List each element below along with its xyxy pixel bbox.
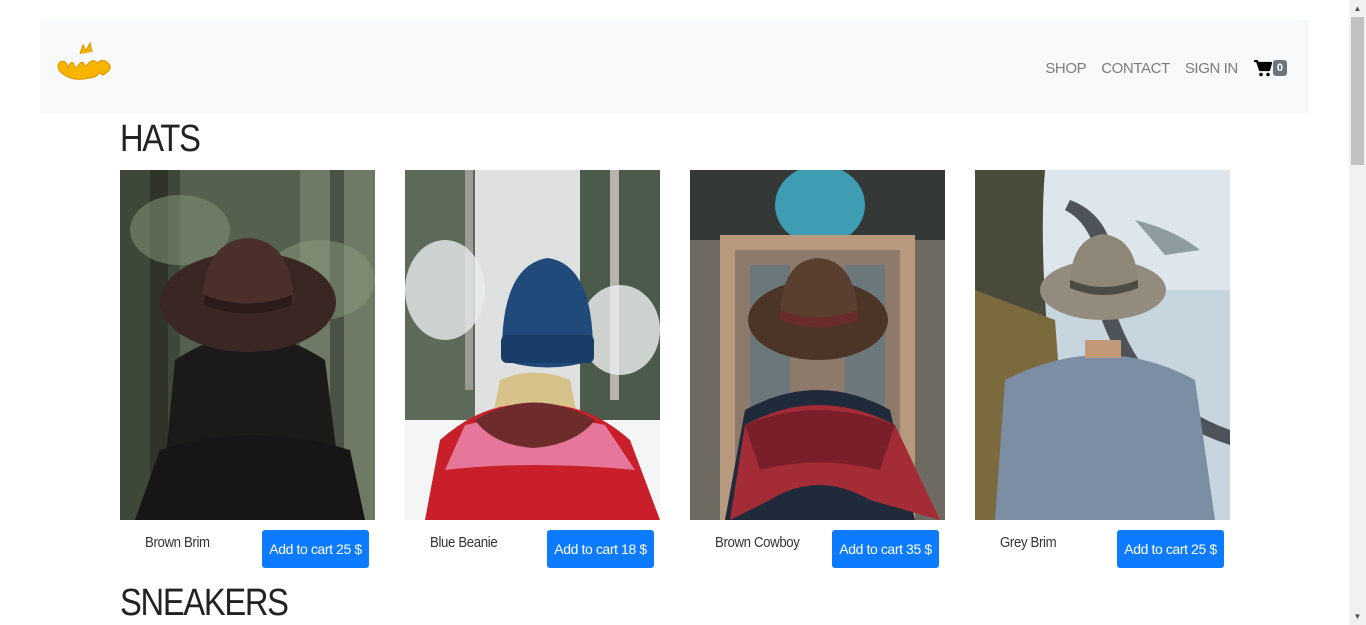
shopping-cart-icon — [1253, 59, 1272, 76]
nav-link-contact[interactable]: CONTACT — [1101, 60, 1170, 77]
product-image[interactable] — [405, 170, 660, 520]
cart-count-badge: 0 — [1272, 60, 1287, 76]
nav-link-sign-in[interactable]: SIGN IN — [1185, 60, 1238, 77]
product-card: Brown Brim Add to cart 25 $ — [120, 170, 375, 570]
product-name: Brown Cowboy — [715, 534, 800, 551]
product-image[interactable] — [690, 165, 945, 520]
product-card: Blue Beanie Add to cart 18 $ — [405, 170, 660, 570]
product-image[interactable] — [975, 170, 1230, 520]
king-logo[interactable] — [54, 40, 118, 86]
scroll-down-icon[interactable]: ▼ — [1349, 608, 1366, 625]
product-card: Grey Brim Add to cart 25 $ — [975, 170, 1230, 570]
vertical-scrollbar[interactable]: ▲ ▼ — [1349, 0, 1366, 625]
nav-links: SHOP CONTACT SIGN IN 0 — [1030, 56, 1287, 80]
product-image[interactable] — [120, 170, 375, 520]
navbar: SHOP CONTACT SIGN IN 0 — [40, 20, 1309, 113]
add-to-cart-button[interactable]: Add to cart 35 $ — [832, 530, 939, 568]
add-to-cart-button[interactable]: Add to cart 25 $ — [262, 530, 369, 568]
section-title-sneakers: SNEAKERS — [120, 582, 289, 624]
product-name: Blue Beanie — [430, 534, 498, 551]
cart-button[interactable]: 0 — [1253, 59, 1287, 77]
nav-link-shop[interactable]: SHOP — [1045, 60, 1086, 77]
product-card: Brown Cowboy Add to cart 35 $ — [690, 165, 945, 570]
product-name: Brown Brim — [145, 534, 210, 551]
scrollbar-thumb[interactable] — [1351, 17, 1364, 165]
product-name: Grey Brim — [1000, 534, 1057, 551]
section-title-hats: HATS — [120, 118, 201, 160]
scroll-up-icon[interactable]: ▲ — [1349, 0, 1366, 17]
add-to-cart-button[interactable]: Add to cart 18 $ — [547, 530, 654, 568]
add-to-cart-button[interactable]: Add to cart 25 $ — [1117, 530, 1224, 568]
